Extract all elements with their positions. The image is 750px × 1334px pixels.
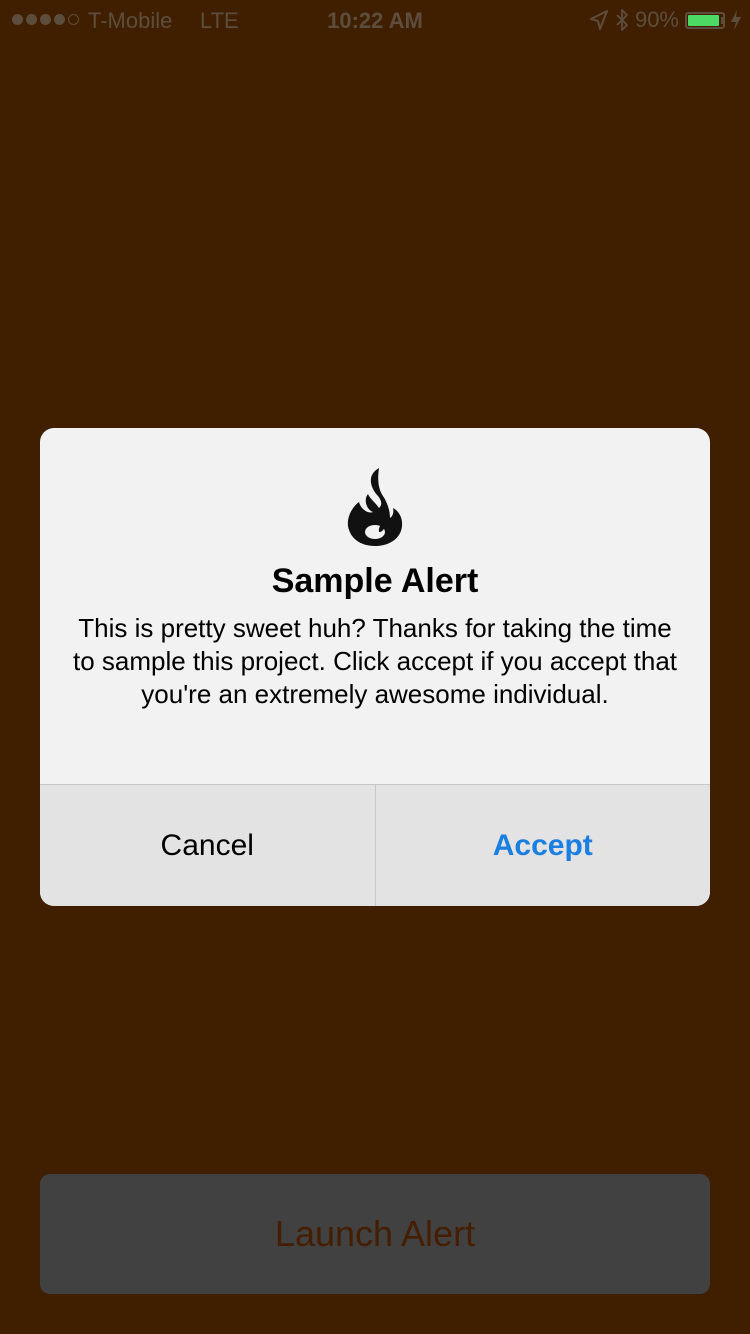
alert-dialog: Sample Alert This is pretty sweet huh? T… xyxy=(40,428,710,906)
flame-icon xyxy=(347,468,403,546)
launch-alert-button[interactable]: Launch Alert xyxy=(40,1174,710,1294)
battery-icon xyxy=(685,11,725,29)
alert-actions: Cancel Accept xyxy=(40,784,710,906)
alert-message: This is pretty sweet huh? Thanks for tak… xyxy=(72,613,678,709)
bluetooth-icon xyxy=(616,9,628,31)
battery-percent: 90% xyxy=(634,7,679,32)
cancel-button[interactable]: Cancel xyxy=(40,785,376,906)
charging-bolt-icon xyxy=(731,10,741,30)
battery-level-fill xyxy=(688,14,719,26)
status-right-icons: 90% xyxy=(589,7,742,33)
accept-button[interactable]: Accept xyxy=(376,785,711,906)
alert-title: Sample Alert xyxy=(271,562,479,600)
location-arrow-icon xyxy=(589,10,608,30)
status-bar: T-Mobile LTE 10:22 AM 90% xyxy=(0,0,750,40)
